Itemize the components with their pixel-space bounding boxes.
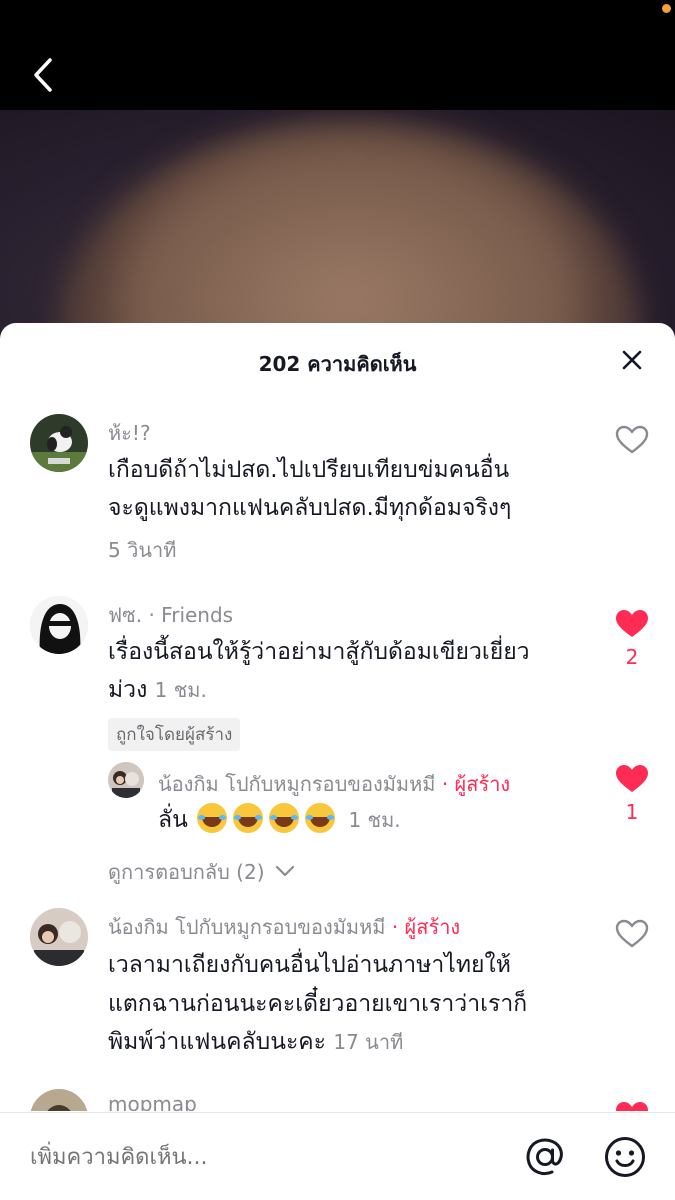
comment-timestamp: 5 วินาที xyxy=(108,538,177,562)
chevron-left-icon xyxy=(34,58,52,92)
back-button[interactable] xyxy=(26,52,60,98)
comment-input[interactable] xyxy=(30,1139,500,1175)
comment-text-line: เรื่องนี้สอนให้รู้ว่าอย่ามาสู้กับด้อมเขี… xyxy=(108,639,530,665)
reply-username-row: น้องกิม โปกับหมูกรอบของมัมหมี · ผู้สร้าง xyxy=(158,768,510,800)
at-sign-icon xyxy=(526,1138,563,1176)
comment-text-line: เกือบดีถ้าไม่ปสด.ไปเปรียบเทียบข่มคนอื่น xyxy=(108,457,510,483)
comment-text-line-with-time: พิมพ์ว่าแฟนคลับนะคะ 17 นาที xyxy=(108,1023,403,1061)
smiley-face-icon xyxy=(605,1137,645,1177)
comment-timestamp: 1 ชม. xyxy=(154,678,207,702)
comment-username-row: น้องกิม โปกับหมูกรอบของมัมหมี · ผู้สร้าง xyxy=(108,911,460,943)
creator-tag: · ผู้สร้าง xyxy=(441,772,511,796)
comment-username[interactable]: mopmap xyxy=(108,1092,197,1111)
comment-text-line: จะดูแพงมากแฟนคลับปสด.มีทุกด้อมจริงๆ xyxy=(108,495,512,521)
tears-of-joy-emoji-icon xyxy=(197,803,228,833)
comment-username[interactable]: ฟซ. xyxy=(108,603,142,627)
liked-by-creator-badge: ถูกใจโดยผู้สร้าง xyxy=(108,718,241,751)
heart-filled-icon xyxy=(616,610,648,637)
view-replies-button[interactable]: ดูการตอบกลับ (2) xyxy=(108,856,295,888)
close-icon xyxy=(622,350,642,370)
like-button[interactable] xyxy=(612,1101,652,1111)
top-bar xyxy=(0,0,675,110)
tears-of-joy-emoji-icon xyxy=(269,803,300,833)
avatar[interactable] xyxy=(30,414,88,472)
heart-outline-icon xyxy=(615,425,649,454)
reply-text: ลั่น xyxy=(158,807,188,833)
like-button[interactable]: 2 xyxy=(612,609,652,669)
comment-text-line: พิมพ์ว่าแฟนคลับนะคะ xyxy=(108,1029,327,1055)
friends-tag: · Friends xyxy=(148,603,234,627)
comment-username[interactable]: น้องกิม โปกับหมูกรอบของมัมหมี xyxy=(108,915,385,939)
comment-text-line: ม่วง xyxy=(108,677,148,703)
avatar[interactable] xyxy=(108,762,144,798)
reply-text-row: ลั่น 1 ชม. xyxy=(158,801,401,839)
comment-username[interactable]: ห้ะ!? xyxy=(108,417,151,449)
avatar[interactable] xyxy=(30,908,88,966)
comment-username-row: ฟซ. · Friends xyxy=(108,599,233,631)
tears-of-joy-emoji-icon xyxy=(233,803,264,833)
comment-text-line-with-time: ม่วง 1 ชม. xyxy=(108,671,207,709)
like-button[interactable]: 1 xyxy=(612,764,652,824)
comment-text-line: แตกฉานก่อนนะคะเดี๋ยวอายเขาเราว่าเราก็ xyxy=(108,991,528,1017)
comments-count-title: 202 ความคิดเห็น xyxy=(258,352,417,376)
creator-tag: · ผู้สร้าง xyxy=(391,915,461,939)
status-indicator-dot xyxy=(662,4,671,13)
reply-username[interactable]: น้องกิม โปกับหมูกรอบของมัมหมี xyxy=(158,772,435,796)
comments-header: 202 ความคิดเห็น xyxy=(0,323,675,401)
like-button[interactable] xyxy=(612,425,652,459)
heart-filled-icon xyxy=(616,1102,648,1111)
heart-filled-icon xyxy=(616,765,648,792)
comments-list[interactable]: ห้ะ!? เกือบดีถ้าไม่ปสด.ไปเปรียบเทียบข่มค… xyxy=(0,401,675,1111)
like-count: 1 xyxy=(625,800,639,824)
tears-of-joy-emoji-icon xyxy=(305,803,336,833)
mention-button[interactable] xyxy=(523,1135,567,1179)
avatar[interactable] xyxy=(30,1089,88,1111)
like-button[interactable] xyxy=(612,919,652,953)
reply-timestamp: 1 ชม. xyxy=(348,808,401,832)
like-count: 2 xyxy=(625,645,639,669)
comments-sheet: 202 ความคิดเห็น ห้ะ!? เกือบดีถ้าไม่ปสด.ไ… xyxy=(0,323,675,1200)
avatar[interactable] xyxy=(30,596,88,654)
close-button[interactable] xyxy=(619,347,645,373)
comment-input-bar xyxy=(0,1112,675,1200)
emoji-button[interactable] xyxy=(603,1135,647,1179)
comment-timestamp: 17 นาที xyxy=(333,1030,404,1054)
chevron-down-icon xyxy=(275,865,294,877)
view-replies-label: ดูการตอบกลับ (2) xyxy=(108,860,265,884)
heart-outline-icon xyxy=(615,919,649,948)
comment-text-line: เวลามาเถียงกับคนอื่นไปอ่านภาษาไทยให้ xyxy=(108,952,511,978)
